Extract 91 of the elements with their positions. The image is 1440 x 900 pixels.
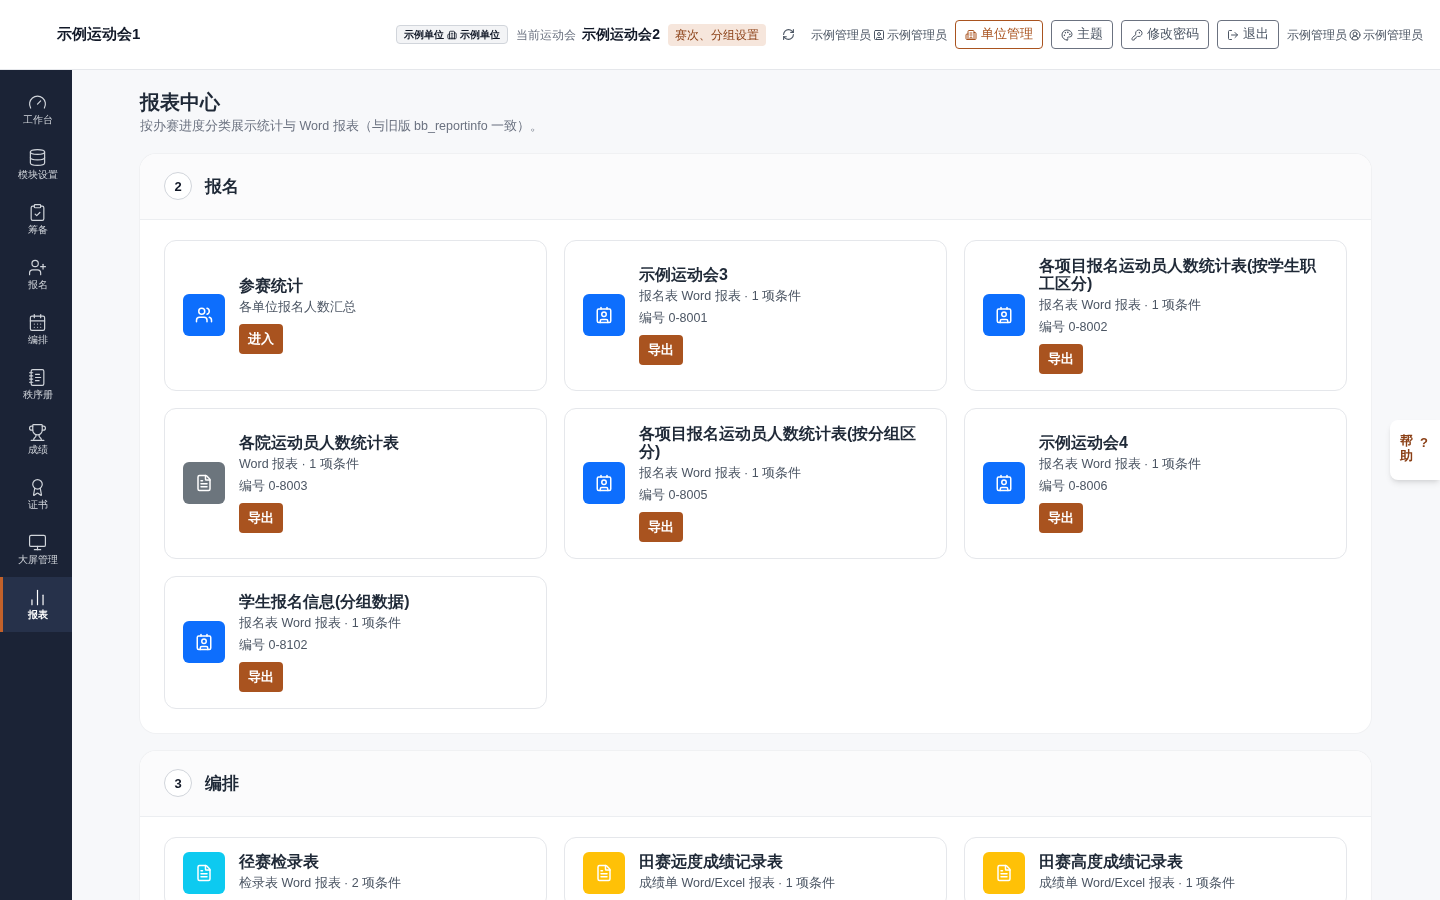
contact-card-icon: [995, 474, 1013, 493]
building-icon: [965, 28, 977, 41]
notebook-icon: [28, 368, 47, 387]
report-code: 编号 0-8003: [239, 477, 308, 495]
sidebar-item[interactable]: 大屏管理: [0, 522, 72, 577]
header-button[interactable]: 退出: [1217, 20, 1279, 49]
report-title: 各院运动员人数统计表: [239, 433, 399, 452]
section-title: 报名: [205, 175, 239, 198]
sidebar-item[interactable]: 报名: [0, 247, 72, 302]
help-tab[interactable]: 帮助 ?: [1390, 420, 1440, 480]
report-subtitle: 报名表 Word 报表 · 1 项条件: [639, 464, 802, 482]
contact-card-icon: [995, 306, 1013, 325]
document-icon: [195, 474, 213, 493]
report-code: 编号 0-8002: [1039, 318, 1108, 336]
sidebar-item[interactable]: 工作台: [0, 82, 72, 137]
report-subtitle: 报名表 Word 报表 · 1 项条件: [1039, 455, 1202, 473]
sidebar-item[interactable]: 证书: [0, 467, 72, 522]
export-button[interactable]: 导出: [239, 502, 283, 533]
sidebar-item[interactable]: 成绩: [0, 412, 72, 467]
report-code: 编号 0-8001: [639, 309, 708, 327]
unit-label: 示例单位: [404, 28, 445, 42]
report-subtitle: 报名表 Word 报表 · 1 项条件: [1039, 296, 1202, 314]
monitor-icon: [28, 533, 47, 552]
report-subtitle: 成绩单 Word/Excel 报表 · 1 项条件: [639, 875, 836, 893]
sidebar-item[interactable]: 筹备: [0, 192, 72, 247]
bar-chart-icon: [28, 588, 47, 607]
user-name: 示例管理员: [811, 26, 871, 44]
refresh-icon[interactable]: [782, 28, 795, 41]
unit-label: 示例单位: [460, 28, 501, 42]
sidebar-item[interactable]: 秩序册: [0, 357, 72, 412]
user-card-icon: [873, 28, 885, 41]
sidebar-item[interactable]: 编排: [0, 302, 72, 357]
report-subtitle: 各单位报名人数汇总: [239, 298, 356, 316]
contact-card-icon: [595, 474, 613, 493]
user-name: 示例管理员: [887, 26, 947, 44]
settings-badge[interactable]: 赛次、分组设置: [668, 23, 766, 46]
current-meet-name: 示例运动会2: [582, 25, 660, 44]
users-icon: [195, 306, 213, 325]
export-button[interactable]: 导出: [239, 661, 283, 692]
report-subtitle: 成绩单 Word/Excel 报表 · 1 项条件: [1039, 875, 1236, 893]
export-button[interactable]: 导出: [1039, 502, 1083, 533]
current-meet-label: 当前运动会: [516, 26, 577, 44]
report-code: 编号 0-8006: [1039, 477, 1108, 495]
report-subtitle: 报名表 Word 报表 · 1 项条件: [239, 614, 402, 632]
report-title: 学生报名信息(分组数据): [239, 592, 410, 611]
report-subtitle: Word 报表 · 1 项条件: [239, 455, 359, 473]
building-icon: [447, 29, 458, 40]
report-subtitle: 检录表 Word 报表 · 2 项条件: [239, 875, 402, 893]
user-name: 示例管理员: [1363, 26, 1423, 44]
report-title: 各项目报名运动员人数统计表(按分组区分): [639, 424, 918, 461]
document-icon: [595, 863, 613, 882]
export-button[interactable]: 导出: [1039, 343, 1083, 374]
report-subtitle: 报名表 Word 报表 · 1 项条件: [639, 287, 802, 305]
header-button[interactable]: 单位管理: [955, 20, 1043, 49]
section-title: 编排: [205, 772, 239, 795]
export-button[interactable]: 进入: [239, 323, 283, 354]
logout-icon: [1227, 28, 1239, 41]
user-icon: [1349, 28, 1361, 41]
page-title: 报表中心: [140, 90, 221, 114]
section-number: 2: [164, 172, 192, 201]
header-button[interactable]: 主题: [1051, 20, 1113, 49]
document-icon: [195, 863, 213, 882]
header-button[interactable]: 修改密码: [1121, 20, 1209, 49]
contact-card-icon: [595, 306, 613, 325]
sidebar-item[interactable]: 报表: [0, 577, 72, 632]
export-button[interactable]: 导出: [639, 511, 683, 542]
gauge-icon: [28, 93, 47, 112]
sidebar-item[interactable]: 模块设置: [0, 137, 72, 192]
calendar-icon: [28, 313, 47, 332]
report-title: 田赛高度成绩记录表: [1039, 853, 1183, 872]
user-name: 示例管理员: [1287, 26, 1347, 44]
page-subtitle: 按办赛进度分类展示统计与 Word 报表（与旧版 bb_reportinfo 一致）。: [140, 118, 545, 135]
key-icon: [1131, 28, 1143, 41]
report-title: 示例运动会3: [639, 265, 728, 284]
add-user-icon: [28, 258, 47, 277]
report-title: 参赛统计: [239, 276, 303, 295]
report-title: 田赛远度成绩记录表: [639, 853, 783, 872]
report-title: 径赛检录表: [239, 853, 319, 872]
report-code: 编号 0-8102: [239, 636, 308, 654]
document-icon: [995, 863, 1013, 882]
app-title: 示例运动会1: [57, 24, 141, 45]
contact-card-icon: [195, 633, 213, 652]
report-code: 编号 0-8005: [639, 486, 708, 504]
report-title: 示例运动会4: [1039, 433, 1128, 452]
palette-icon: [1061, 28, 1073, 41]
section-number: 3: [164, 769, 192, 798]
database-icon: [28, 148, 47, 167]
clipboard-icon: [28, 203, 47, 222]
export-button[interactable]: 导出: [639, 334, 683, 365]
report-title: 各项目报名运动员人数统计表(按学生职工区分): [1039, 256, 1318, 293]
trophy-icon: [28, 423, 47, 442]
